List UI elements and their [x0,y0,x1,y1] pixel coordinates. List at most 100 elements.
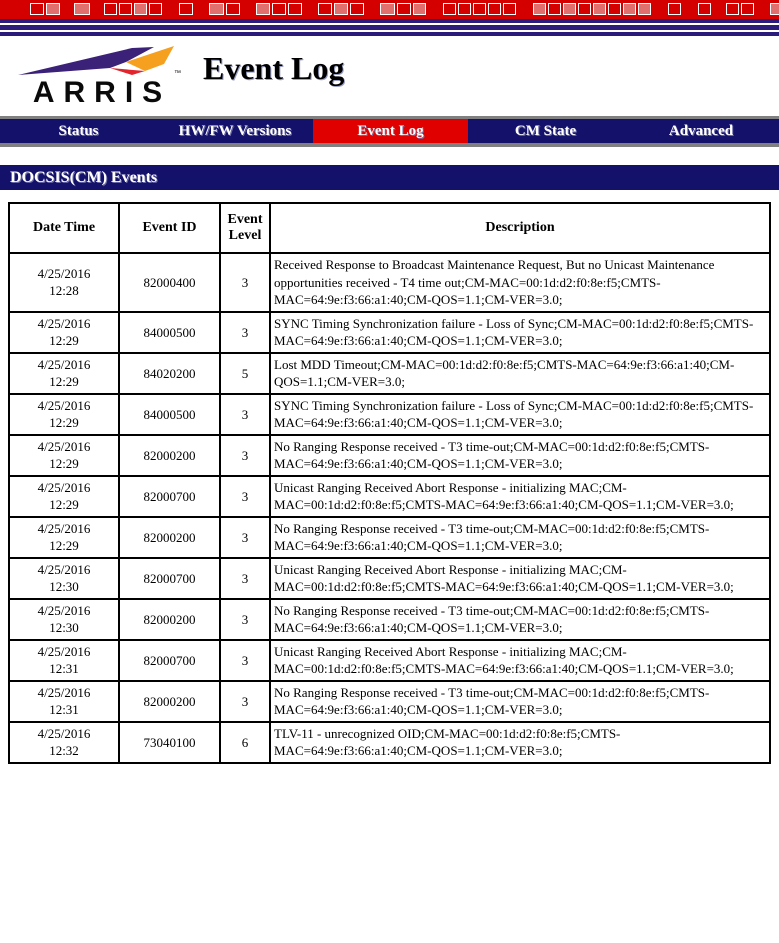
cell-event-level: 3 [220,311,270,353]
banner-square [413,3,426,15]
cell-date-time: 4/25/2016 12:29 [9,475,119,517]
events-table-head: Date Time Event ID Event Level Descripti… [9,203,770,253]
cell-event-level: 3 [220,475,270,517]
cell-date-time: 4/25/2016 12:29 [9,393,119,435]
cell-date-time: 4/25/2016 12:30 [9,598,119,640]
column-header-event-level: Event Level [220,203,270,253]
banner-square [46,3,60,15]
banner-square [533,3,546,15]
cell-date: 4/25/2016 [37,316,91,331]
banner-square [104,3,117,15]
cell-time: 12:30 [49,620,79,635]
cell-time: 12:29 [49,456,79,471]
events-table-container: Date Time Event ID Event Level Descripti… [0,190,779,764]
banner-square [698,3,711,15]
nav-item-event-log[interactable]: Event Log [313,119,468,143]
banner-square [473,3,486,15]
banner-square [458,3,471,15]
cell-date-time: 4/25/2016 12:29 [9,311,119,353]
banner-square [623,3,636,15]
column-header-event-level-line2: Level [228,228,262,243]
table-row: 4/25/2016 12:29 82000200 3 No Ranging Respon… [9,516,770,558]
banner-square [179,3,193,15]
cell-date-time: 4/25/2016 12:29 [9,516,119,558]
navigation-frame: Status HW/FW Versions Event Log CM State… [0,116,779,147]
banner-square [272,3,286,15]
cell-time: 12:29 [49,374,79,389]
cell-date: 4/25/2016 [37,521,91,536]
column-header-description: Description [270,203,770,253]
banner-square [149,3,162,15]
banner-square [226,3,240,15]
page-header: ™ ARRIS Event Log [0,36,779,116]
column-header-date-time: Date Time [9,203,119,253]
cell-event-level: 3 [220,253,270,312]
banner-square [668,3,681,15]
banner-square [726,3,739,15]
cell-event-id: 84020200 [119,352,220,394]
cell-event-id: 82000200 [119,516,220,558]
banner-square [397,3,411,15]
cell-event-id: 82000200 [119,598,220,640]
nav-item-status[interactable]: Status [0,119,157,143]
cell-date: 4/25/2016 [37,439,91,454]
cell-time: 12:29 [49,538,79,553]
banner-square [74,3,90,15]
banner-square [770,3,779,15]
page-title: Event Log [203,50,345,86]
cell-event-id: 82000700 [119,475,220,517]
cell-description: Unicast Ranging Received Abort Response … [270,639,770,681]
svg-text:™: ™ [174,70,181,77]
navigation-bar: Status HW/FW Versions Event Log CM State… [0,119,779,143]
banner-square [350,3,364,15]
table-row: 4/25/2016 12:29 82000700 3 Unicast Ranging R… [9,475,770,517]
cell-event-level: 3 [220,557,270,599]
banner-square [443,3,456,15]
cell-event-level: 6 [220,721,270,763]
banner-square [741,3,754,15]
section-title-bar: DOCSIS(CM) Events [0,165,779,190]
cell-time: 12:32 [49,743,79,758]
banner-square [638,3,651,15]
table-header-row: Date Time Event ID Event Level Descripti… [9,203,770,253]
arris-wordmark: ARRIS [32,76,172,109]
banner-square [318,3,332,15]
table-row: 4/25/2016 12:29 84020200 5 Lost MDD Timeout;… [9,352,770,394]
cell-description: TLV-11 - unrecognized OID;CM-MAC=00:1d:d… [270,721,770,763]
cell-date: 4/25/2016 [37,480,91,495]
cell-event-level: 5 [220,352,270,394]
cell-event-level: 3 [220,393,270,435]
cell-date-time: 4/25/2016 12:30 [9,557,119,599]
banner-square [578,3,591,15]
cell-description: No Ranging Response received - T3 time-o… [270,598,770,640]
cell-event-id: 84000500 [119,393,220,435]
cell-description: Unicast Ranging Received Abort Response … [270,557,770,599]
arris-logo[interactable]: ™ ARRIS [14,42,190,108]
cell-event-level: 3 [220,680,270,722]
banner-navy-stripes [0,19,779,36]
cell-date-time: 4/25/2016 12:31 [9,639,119,681]
nav-item-advanced[interactable]: Advanced [623,119,779,143]
cell-date-time: 4/25/2016 12:28 [9,253,119,312]
cell-event-level: 3 [220,639,270,681]
cell-event-level: 3 [220,598,270,640]
cell-description: SYNC Timing Synchronization failure - Lo… [270,311,770,353]
banner-red-stripe [0,0,779,19]
nav-item-hwfw-versions[interactable]: HW/FW Versions [157,119,313,143]
decorative-banner [0,0,779,36]
banner-square [209,3,224,15]
nav-item-cm-state[interactable]: CM State [468,119,623,143]
cell-event-id: 82000700 [119,557,220,599]
table-row: 4/25/2016 12:32 73040100 6 TLV-11 - unrecogn… [9,721,770,763]
cell-event-id: 82000200 [119,680,220,722]
banner-square [30,3,44,15]
cell-description: Unicast Ranging Received Abort Response … [270,475,770,517]
banner-square [593,3,606,15]
cell-date: 4/25/2016 [37,398,91,413]
banner-square [334,3,348,15]
column-header-event-id: Event ID [119,203,220,253]
cell-event-id: 82000400 [119,253,220,312]
cell-time: 12:29 [49,497,79,512]
banner-square [548,3,561,15]
table-row: 4/25/2016 12:29 84000500 3 SYNC Timing Synch… [9,311,770,353]
